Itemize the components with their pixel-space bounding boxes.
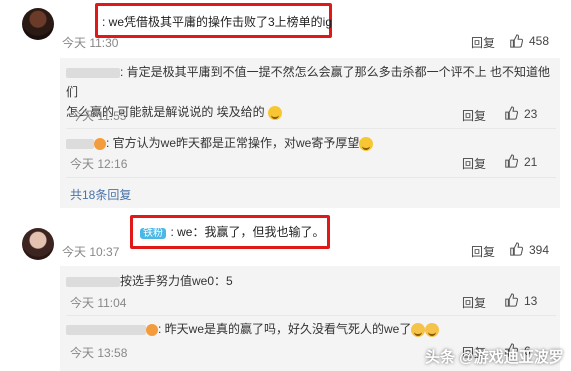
comment-time: 今天 11:30	[62, 36, 119, 50]
comment-text: : we凭借极其平庸的操作击败了3上榜单的ig	[102, 15, 333, 29]
comment-content: 铁粉 : we：我赢了，但我也输了。	[140, 223, 324, 241]
divider	[66, 315, 556, 316]
reply-text: : 肯定是极其平庸到不值一提不然怎么会赢了那么多击杀都一个评不上 也不知道他们	[66, 65, 551, 99]
laugh-emoji-icon	[359, 136, 374, 151]
reply-item: : 昨天we是真的赢了吗，好久没看气死人的we了	[66, 319, 440, 339]
reply-button[interactable]: 回复	[471, 34, 495, 51]
reply-text: : 昨天we是真的赢了吗，好久没看气死人的we了	[158, 322, 412, 336]
fan-badge-icon	[94, 137, 106, 150]
divider	[66, 128, 556, 129]
reply-button[interactable]: 回复	[471, 243, 495, 260]
comment-text: : we：我赢了，但我也输了。	[170, 225, 325, 239]
thumbs-up-icon[interactable]	[509, 242, 523, 256]
avatar[interactable]	[22, 8, 54, 40]
reply-item: 按选手努力值we0：5	[66, 271, 233, 291]
reply-time: 今天 13:58	[70, 346, 128, 360]
reply-item: : 官方认为we昨天都是正常操作，对we寄予厚望	[66, 133, 374, 153]
like-count: 394	[529, 243, 550, 257]
divider	[66, 177, 556, 178]
like-count: 13	[524, 294, 538, 308]
reply-text: : 官方认为we昨天都是正常操作，对we寄予厚望	[106, 136, 360, 150]
reply-text: 按选手努力值we0：5	[120, 274, 233, 288]
username[interactable]	[66, 276, 120, 287]
like-count: 21	[524, 155, 538, 169]
smile-emoji-icon	[268, 105, 283, 120]
view-more-replies-link[interactable]: 共18条回复	[70, 186, 131, 203]
reply-button[interactable]: 回复	[462, 107, 486, 124]
like-count: 458	[529, 34, 550, 48]
reply-time: 今天 11:55	[70, 109, 127, 123]
username[interactable]	[66, 324, 146, 335]
comment-time: 今天 10:37	[62, 245, 120, 259]
username[interactable]	[66, 138, 94, 149]
reply-button[interactable]: 回复	[462, 155, 486, 172]
watermark: 头条 @游戏迪亚波罗	[425, 349, 564, 366]
fan-badge: 铁粉	[140, 228, 166, 239]
fan-badge-icon	[146, 323, 158, 336]
thumbs-up-icon[interactable]	[504, 106, 518, 120]
username[interactable]	[66, 67, 120, 78]
reply-time: 今天 11:04	[70, 296, 127, 310]
like-count: 23	[524, 107, 538, 121]
laugh-cry-emoji-icon	[411, 322, 426, 337]
laugh-cry-emoji-icon	[425, 322, 440, 337]
thumbs-up-icon[interactable]	[504, 154, 518, 168]
thumbs-up-icon[interactable]	[504, 293, 518, 307]
reply-time: 今天 12:16	[70, 157, 128, 171]
reply-button[interactable]: 回复	[462, 294, 486, 311]
avatar[interactable]	[22, 228, 54, 260]
thumbs-up-icon[interactable]	[509, 34, 523, 48]
